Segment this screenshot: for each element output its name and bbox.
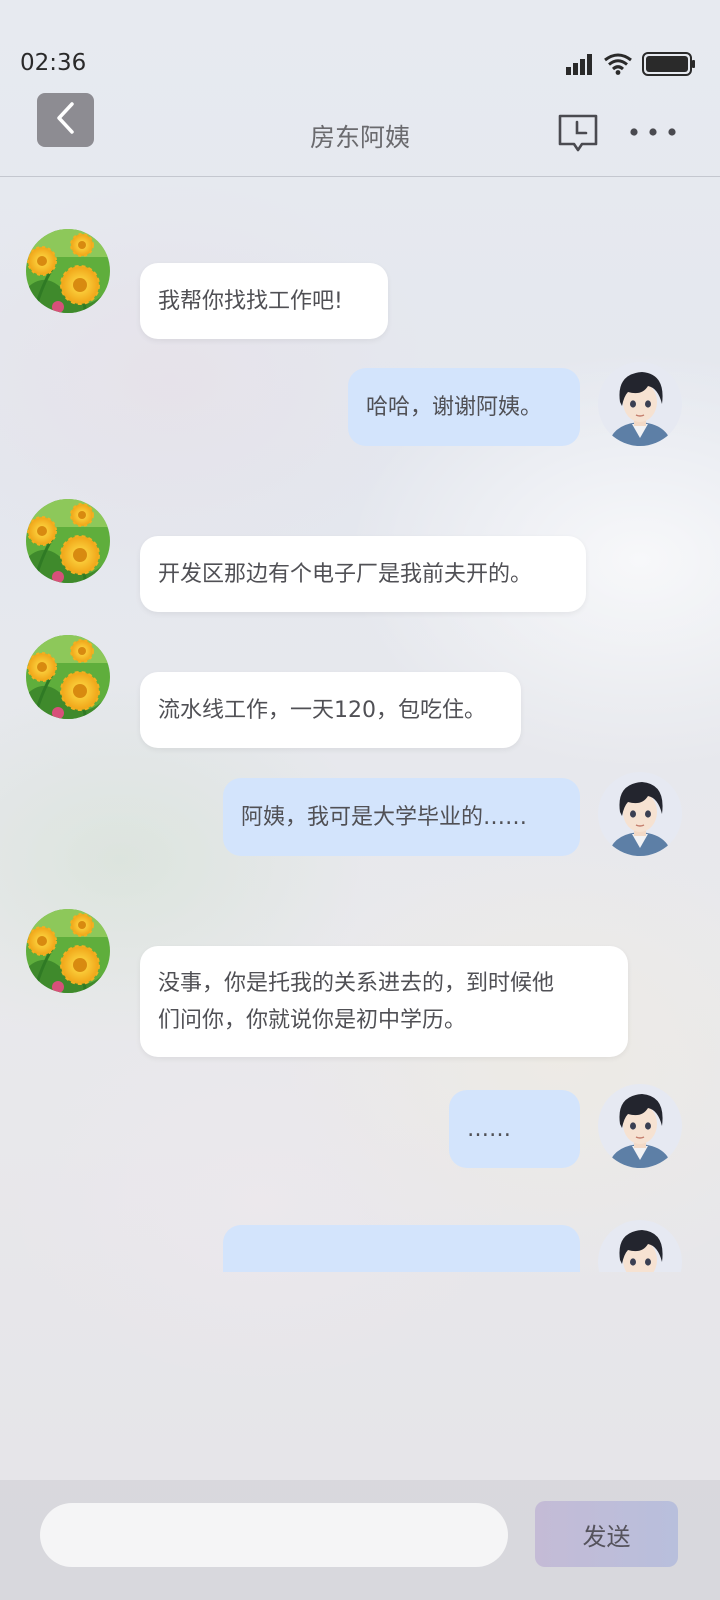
- landlady-avatar[interactable]: [26, 229, 110, 313]
- my-avatar[interactable]: [598, 772, 682, 856]
- status-time: 02:36: [20, 50, 87, 76]
- more-button[interactable]: [628, 118, 678, 146]
- status-bar: 02:36: [0, 0, 720, 90]
- battery-icon: [642, 52, 696, 80]
- message-input[interactable]: [40, 1503, 508, 1567]
- message-text-line-1: 没事，你是托我的关系进去的，到时候他: [158, 970, 555, 996]
- message-bubble[interactable]: ……: [449, 1090, 580, 1168]
- landlady-avatar[interactable]: [26, 909, 110, 993]
- message-bubble[interactable]: 我帮你找找工作吧!: [140, 263, 388, 339]
- my-avatar[interactable]: [598, 362, 682, 446]
- chat-header: 房东阿姨: [0, 90, 720, 177]
- message-bubble[interactable]: 哈哈，谢谢阿姨。: [348, 368, 580, 446]
- more-icon: [628, 128, 678, 150]
- send-button[interactable]: 发送: [535, 1501, 678, 1567]
- message-bubble[interactable]: 没事，你是托我的关系进去的，到时候他 们问你，你就说你是初中学历。: [140, 946, 628, 1057]
- composer-bar: 发送: [0, 1480, 720, 1600]
- message-bubble[interactable]: [223, 1225, 580, 1272]
- wifi-icon: [604, 53, 632, 79]
- my-avatar[interactable]: [598, 1084, 682, 1168]
- chat-history-icon: [556, 114, 600, 160]
- message-text: 我帮你找找工作吧!: [158, 288, 343, 314]
- message-text: 哈哈，谢谢阿姨。: [366, 394, 543, 420]
- message-bubble[interactable]: 开发区那边有个电子厂是我前夫开的。: [140, 536, 586, 612]
- message-text: 阿姨，我可是大学毕业的……: [241, 804, 528, 830]
- status-icons: [566, 52, 696, 80]
- message-bubble[interactable]: 流水线工作，一天120，包吃住。: [140, 672, 521, 748]
- message-text-line-2: 们问你，你就说你是初中学历。: [158, 1007, 467, 1033]
- message-text: 流水线工作，一天120，包吃住。: [158, 697, 486, 723]
- landlady-avatar[interactable]: [26, 635, 110, 719]
- message-list[interactable]: 我帮你找找工作吧! 哈哈，谢谢阿姨。 开发区那边有个电子厂是我前夫开的。 流水线…: [0, 177, 720, 1272]
- page-title: 房东阿姨: [309, 123, 410, 152]
- signal-icon: [566, 53, 594, 79]
- message-text: 开发区那边有个电子厂是我前夫开的。: [158, 561, 533, 587]
- chat-history-button[interactable]: [556, 112, 600, 156]
- my-avatar[interactable]: [598, 1220, 682, 1272]
- message-text: ……: [467, 1116, 511, 1142]
- message-bubble[interactable]: 阿姨，我可是大学毕业的……: [223, 778, 580, 856]
- landlady-avatar[interactable]: [26, 499, 110, 583]
